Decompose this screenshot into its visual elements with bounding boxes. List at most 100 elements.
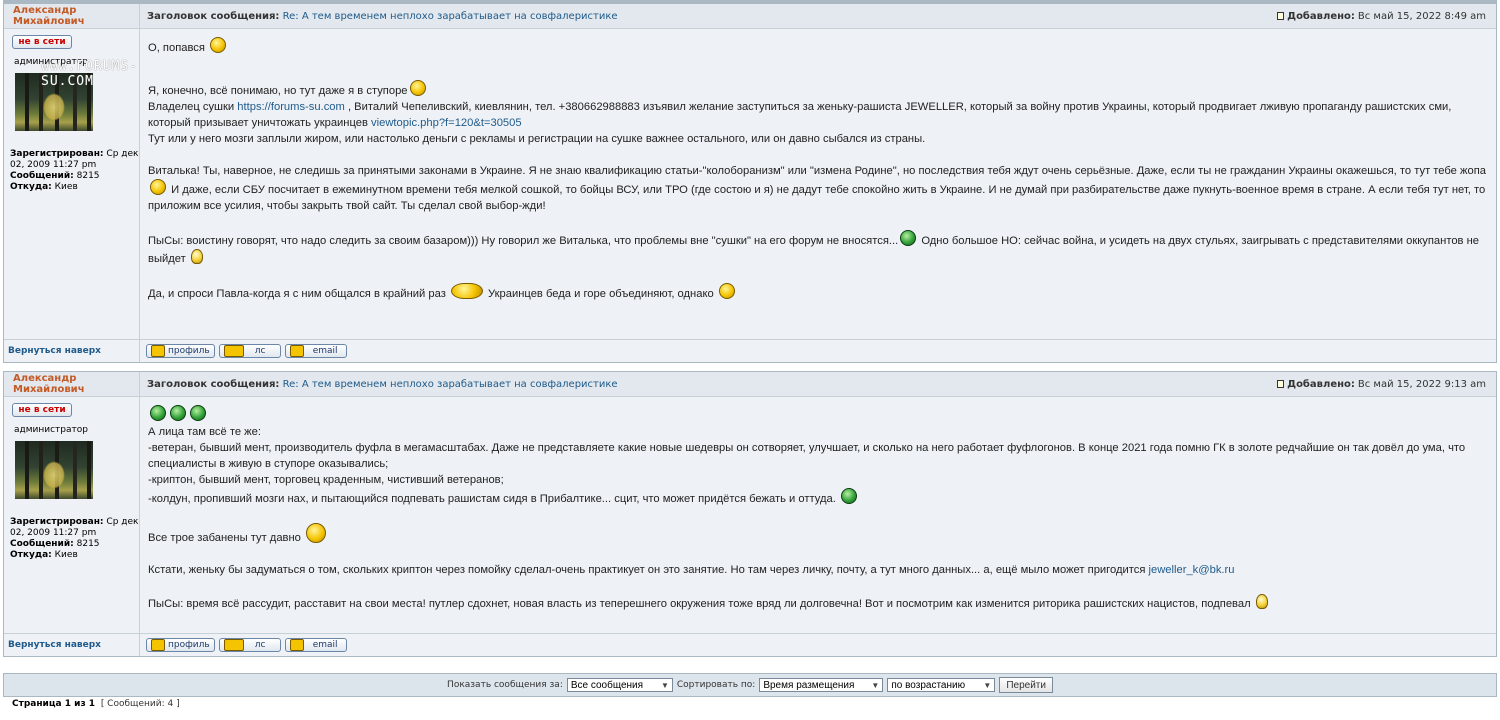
- registered-label: Зарегистрирован:: [10, 149, 104, 159]
- smiley-icon: [150, 179, 166, 195]
- post-subject: Заголовок сообщения: Re: А тем временем …: [140, 379, 1277, 390]
- pm-button[interactable]: лс: [218, 638, 281, 652]
- text: -криптон, бывший мент, торговец краденны…: [148, 474, 504, 486]
- posted-time: Вс май 15, 2022 8:49 am: [1357, 10, 1486, 22]
- post-header: Александр Михайлович Заголовок сообщения…: [4, 4, 1496, 29]
- from-value: Киев: [54, 550, 78, 560]
- text: ПыСы: время всё рассудит, расставит на с…: [148, 598, 1251, 610]
- green-smiley-icon: [190, 405, 206, 421]
- sort-by-value: Время размещения: [763, 679, 855, 691]
- post-body: www.FORUMS-SU.COM не в сети администрато…: [4, 29, 1496, 339]
- text: И даже, если СБУ посчитает в ежеминутном…: [148, 184, 1486, 212]
- email-icon: [289, 345, 304, 357]
- document-icon[interactable]: [1277, 12, 1285, 20]
- author-profile: www.FORUMS-SU.COM не в сети администрато…: [4, 29, 140, 339]
- text: Да, и спроси Павла-когда я с ним общался…: [148, 288, 446, 300]
- post-buttons: профиль лс email: [140, 344, 347, 358]
- profile-button[interactable]: профиль: [146, 344, 215, 358]
- pm-button[interactable]: лс: [218, 344, 281, 358]
- email-btn-label: email: [312, 640, 338, 650]
- text: А лица там всё те же:: [148, 426, 261, 438]
- text: Все трое забанены тут давно: [148, 532, 301, 544]
- posts-label: Сообщений:: [10, 171, 74, 181]
- lightbulb-icon: [1255, 594, 1268, 609]
- posted-label: Добавлено:: [1287, 10, 1355, 22]
- topic-view: Александр Михайлович Заголовок сообщения…: [3, 0, 1497, 657]
- green-smiley-icon: [900, 230, 917, 246]
- text: Украинцев беда и горе объединяют, однако: [484, 288, 714, 300]
- post-date: Добавлено: Вс май 15, 2022 8:49 am: [1277, 11, 1496, 22]
- document-icon[interactable]: [1277, 380, 1285, 388]
- back-to-top-link[interactable]: Вернуться наверх: [4, 634, 140, 656]
- posted-time: Вс май 15, 2022 9:13 am: [1357, 378, 1486, 390]
- email-link[interactable]: jeweller_k@bk.ru: [1149, 564, 1235, 576]
- smiley-icon: [306, 523, 327, 543]
- pm-btn-label: лс: [254, 346, 266, 356]
- post-count: [ Сообщений: 4 ]: [100, 699, 180, 709]
- posted-label: Добавлено:: [1287, 378, 1355, 390]
- page-indicator: Страница 1 из 1: [12, 699, 96, 709]
- online-status-badge: не в сети: [12, 403, 72, 417]
- post-header: Александр Михайлович Заголовок сообщения…: [4, 372, 1496, 397]
- pm-icon: [223, 345, 244, 357]
- watermark: www.FORUMS-SU.COM: [41, 59, 139, 89]
- profile-btn-label: профиль: [168, 346, 210, 356]
- post-content: О, попався Я, конечно, всё понимаю, но т…: [140, 29, 1496, 339]
- sort-bar: Показать сообщения за: Все сообщения ▼ Со…: [3, 673, 1497, 697]
- email-button[interactable]: email: [284, 344, 347, 358]
- email-button[interactable]: email: [284, 638, 347, 652]
- from-label: Откуда:: [10, 182, 52, 192]
- email-icon: [289, 639, 304, 651]
- post-content: А лица там всё те же: -ветеран, бывший м…: [140, 397, 1496, 633]
- smiley-icon: [450, 283, 483, 299]
- forum-link[interactable]: https://forums-su.com: [237, 101, 345, 113]
- chevron-down-icon: ▼: [660, 680, 669, 690]
- post: Александр Михайлович Заголовок сообщения…: [3, 371, 1497, 657]
- sort-order-value: по возрастанию: [891, 679, 966, 691]
- author-meta: Зарегистрирован: Ср дек 02, 2009 11:27 p…: [10, 149, 139, 193]
- show-period-select[interactable]: Все сообщения ▼: [566, 678, 673, 692]
- post: Александр Михайлович Заголовок сообщения…: [3, 4, 1497, 363]
- registered-label: Зарегистрирован:: [10, 517, 104, 527]
- profile-icon: [151, 345, 165, 357]
- subject-link[interactable]: Re: А тем временем неплохо зарабатывает …: [283, 379, 618, 390]
- text: ПыСы: воистину говорят, что надо следить…: [148, 235, 899, 247]
- from-value: Киев: [54, 182, 78, 192]
- posts-label: Сообщений:: [10, 539, 74, 549]
- topic-link[interactable]: viewtopic.php?f=120&t=30505: [371, 117, 522, 129]
- text: -ветеран, бывший мент, производитель фуф…: [148, 442, 1466, 470]
- green-smiley-icon: [170, 405, 186, 421]
- post-footer: Вернуться наверх профиль лс email: [4, 339, 1496, 362]
- email-btn-label: email: [312, 346, 338, 356]
- text: Тут или у него мозги заплыли жиром, или …: [148, 133, 926, 145]
- post-footer: Вернуться наверх профиль лс email: [4, 633, 1496, 656]
- go-button[interactable]: Перейти: [999, 677, 1053, 693]
- show-label: Показать сообщения за:: [447, 680, 563, 690]
- from-label: Откуда:: [10, 550, 52, 560]
- laughing-smiley-icon: [409, 80, 426, 96]
- text: Я, конечно, всё понимаю, но тут даже я в…: [148, 85, 408, 97]
- text: Владелец сушки: [148, 101, 238, 113]
- text: Виталька! Ты, наверное, не следишь за пр…: [148, 165, 1486, 177]
- author-name[interactable]: Александр Михайлович: [4, 372, 140, 396]
- post-date: Добавлено: Вс май 15, 2022 9:13 am: [1277, 379, 1496, 390]
- profile-button[interactable]: профиль: [146, 638, 215, 652]
- post-buttons: профиль лс email: [140, 638, 347, 652]
- sort-by-select[interactable]: Время размещения ▼: [759, 678, 884, 692]
- thumbs-up-smiley-icon: [718, 283, 735, 299]
- chevron-down-icon: ▼: [871, 680, 880, 690]
- back-to-top-link[interactable]: Вернуться наверх: [4, 340, 140, 362]
- pm-icon: [223, 639, 244, 651]
- subject-link[interactable]: Re: А тем временем неплохо зарабатывает …: [283, 11, 618, 22]
- post-body: не в сети администратор Зарегистрирован:…: [4, 397, 1496, 633]
- sort-order-select[interactable]: по возрастанию ▼: [887, 678, 996, 692]
- chevron-down-icon: ▼: [983, 680, 992, 690]
- author-profile: не в сети администратор Зарегистрирован:…: [4, 397, 140, 633]
- author-meta: Зарегистрирован: Ср дек 02, 2009 11:27 p…: [10, 517, 139, 561]
- text: О, попався: [148, 42, 205, 54]
- profile-icon: [151, 639, 165, 651]
- lightbulb-icon: [190, 249, 203, 264]
- text: -колдун, пропивший мозги нах, и пытающий…: [148, 493, 836, 505]
- author-name[interactable]: Александр Михайлович: [4, 4, 140, 28]
- posts-count: 8215: [76, 539, 100, 549]
